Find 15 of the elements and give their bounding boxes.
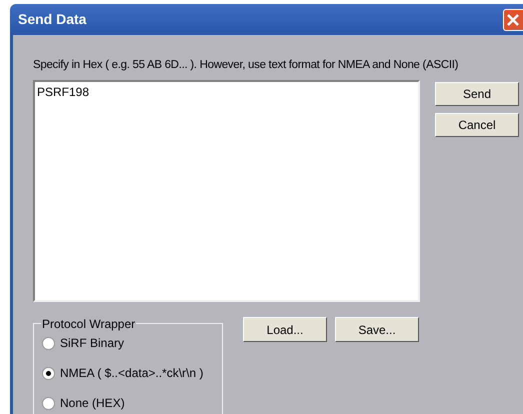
close-icon (507, 14, 519, 26)
instruction-text: Specify in Hex ( e.g. 55 AB 6D... ). However, use text format for NMEA and None (ASCII) (33, 58, 460, 73)
radio-label: None (HEX) (60, 395, 125, 412)
radio-label: SiRF Binary (60, 335, 124, 352)
cancel-button[interactable]: Cancel (435, 113, 519, 138)
radio-button[interactable] (42, 396, 55, 410)
radio-button[interactable] (42, 336, 55, 350)
radio-button[interactable] (42, 366, 55, 380)
data-input-field[interactable]: PSRF198 (33, 80, 420, 302)
save-button[interactable]: Save... (335, 317, 419, 342)
load-button[interactable]: Load... (243, 317, 327, 342)
close-button[interactable] (503, 8, 523, 30)
send-button[interactable]: Send (435, 82, 519, 106)
window-title: Send Data (18, 10, 86, 29)
radio-label: NMEA ( $..<data>..*ck\r\n ) (60, 365, 204, 382)
